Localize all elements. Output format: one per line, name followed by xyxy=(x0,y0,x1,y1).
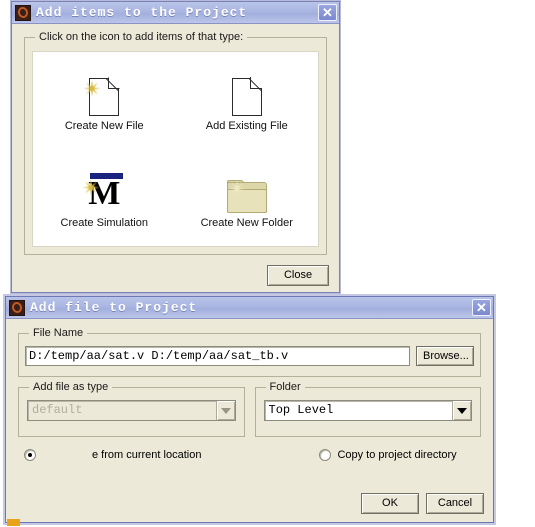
add-file-body: File Name D:/temp/aa/sat.v D:/temp/aa/sa… xyxy=(6,319,493,514)
file-name-group-legend: File Name xyxy=(29,327,88,339)
document-shape xyxy=(231,76,263,116)
icon-type-group-legend: Click on the icon to add items of that t… xyxy=(35,31,248,43)
icon-type-group: Click on the icon to add items of that t… xyxy=(24,31,327,255)
add-existing-file-label: Add Existing File xyxy=(205,119,288,132)
add-items-title: Add items to the Project xyxy=(36,5,248,20)
folder-group: Folder Top Level xyxy=(254,381,481,437)
sparkle-icon xyxy=(228,180,246,197)
screenshot-root: Add items to the Project ✕ Click on the … xyxy=(0,0,535,527)
logo-oval-shape xyxy=(16,5,30,20)
add-file-window-frame: Add file to Project ✕ File Name D:/temp/… xyxy=(5,296,494,526)
chevron-down-icon[interactable] xyxy=(452,401,471,420)
folder-shape xyxy=(226,179,267,213)
existing-file-icon xyxy=(219,70,275,116)
file-type-value: default xyxy=(32,403,83,417)
add-items-body: Click on the icon to add items of that t… xyxy=(12,24,339,286)
create-new-file-label: Create New File xyxy=(64,119,144,132)
logo-oval-shape xyxy=(10,300,24,315)
create-simulation-icon: M xyxy=(76,167,132,213)
create-new-folder-button[interactable]: Create New Folder xyxy=(182,167,312,229)
icon-panel: Create New File Add Existing File M Crea… xyxy=(32,51,319,247)
modelsim-logo-icon xyxy=(15,4,31,21)
sparkle-icon xyxy=(82,179,100,197)
file-name-group: File Name D:/temp/aa/sat.v D:/temp/aa/sa… xyxy=(18,327,481,377)
create-new-folder-label: Create New Folder xyxy=(200,216,293,229)
ok-button[interactable]: OK xyxy=(361,493,419,514)
add-items-button-row: Close xyxy=(267,265,329,286)
file-type-select[interactable]: default xyxy=(27,400,236,421)
copy-to-project-directory-label: Copy to project directory xyxy=(337,449,457,461)
create-new-file-button[interactable]: Create New File xyxy=(39,70,169,132)
add-existing-file-button[interactable]: Add Existing File xyxy=(182,70,312,132)
type-and-folder-row: Add file as type default Folder Top Leve… xyxy=(18,381,481,437)
sparkle-icon xyxy=(83,80,101,98)
cancel-button[interactable]: Cancel xyxy=(426,493,484,514)
create-simulation-label: Create Simulation xyxy=(60,216,148,229)
corner-marker xyxy=(7,519,20,526)
folder-group-legend: Folder xyxy=(265,381,305,393)
browse-button[interactable]: Browse... xyxy=(416,346,474,366)
new-folder-icon xyxy=(219,167,275,213)
file-location-radio-group: e from current location Copy to project … xyxy=(24,449,477,461)
document-shape xyxy=(83,76,121,116)
add-file-dialog: Add file to Project ✕ File Name D:/temp/… xyxy=(5,296,494,526)
file-type-group-legend: Add file as type xyxy=(29,381,113,393)
file-name-input[interactable]: D:/temp/aa/sat.v D:/temp/aa/sat_tb.v xyxy=(25,346,410,366)
add-items-window-frame: Add items to the Project ✕ Click on the … xyxy=(11,1,340,293)
add-file-button-row: OK Cancel xyxy=(361,493,484,514)
file-name-row: D:/temp/aa/sat.v D:/temp/aa/sat_tb.v Bro… xyxy=(19,334,480,366)
add-items-dialog: Add items to the Project ✕ Click on the … xyxy=(11,1,340,293)
page-fold-shape xyxy=(247,78,262,93)
close-button[interactable]: Close xyxy=(267,265,329,286)
folder-value: Top Level xyxy=(268,403,334,417)
modelsim-logo-icon xyxy=(9,299,25,316)
add-items-titlebar[interactable]: Add items to the Project ✕ xyxy=(12,2,339,24)
modelsim-m-shape: M xyxy=(82,171,124,213)
create-simulation-button[interactable]: M Create Simulation xyxy=(39,167,169,229)
reference-current-location-radio[interactable]: e from current location xyxy=(24,449,201,461)
copy-to-project-directory-radio[interactable]: Copy to project directory xyxy=(319,449,457,461)
folder-select[interactable]: Top Level xyxy=(263,400,472,421)
new-file-icon xyxy=(76,70,132,116)
page-fold-shape xyxy=(104,78,119,93)
radio-indicator[interactable] xyxy=(319,449,332,461)
add-file-titlebar[interactable]: Add file to Project ✕ xyxy=(6,297,493,319)
chevron-down-icon[interactable] xyxy=(215,401,235,420)
file-type-group: Add file as type default xyxy=(18,381,245,437)
radio-indicator[interactable] xyxy=(24,449,36,461)
add-file-title: Add file to Project xyxy=(30,300,198,315)
icon-grid: Create New File Add Existing File M Crea… xyxy=(33,52,318,246)
close-icon[interactable]: ✕ xyxy=(318,4,337,21)
reference-current-location-label: e from current location xyxy=(92,449,202,461)
close-icon[interactable]: ✕ xyxy=(472,299,491,316)
